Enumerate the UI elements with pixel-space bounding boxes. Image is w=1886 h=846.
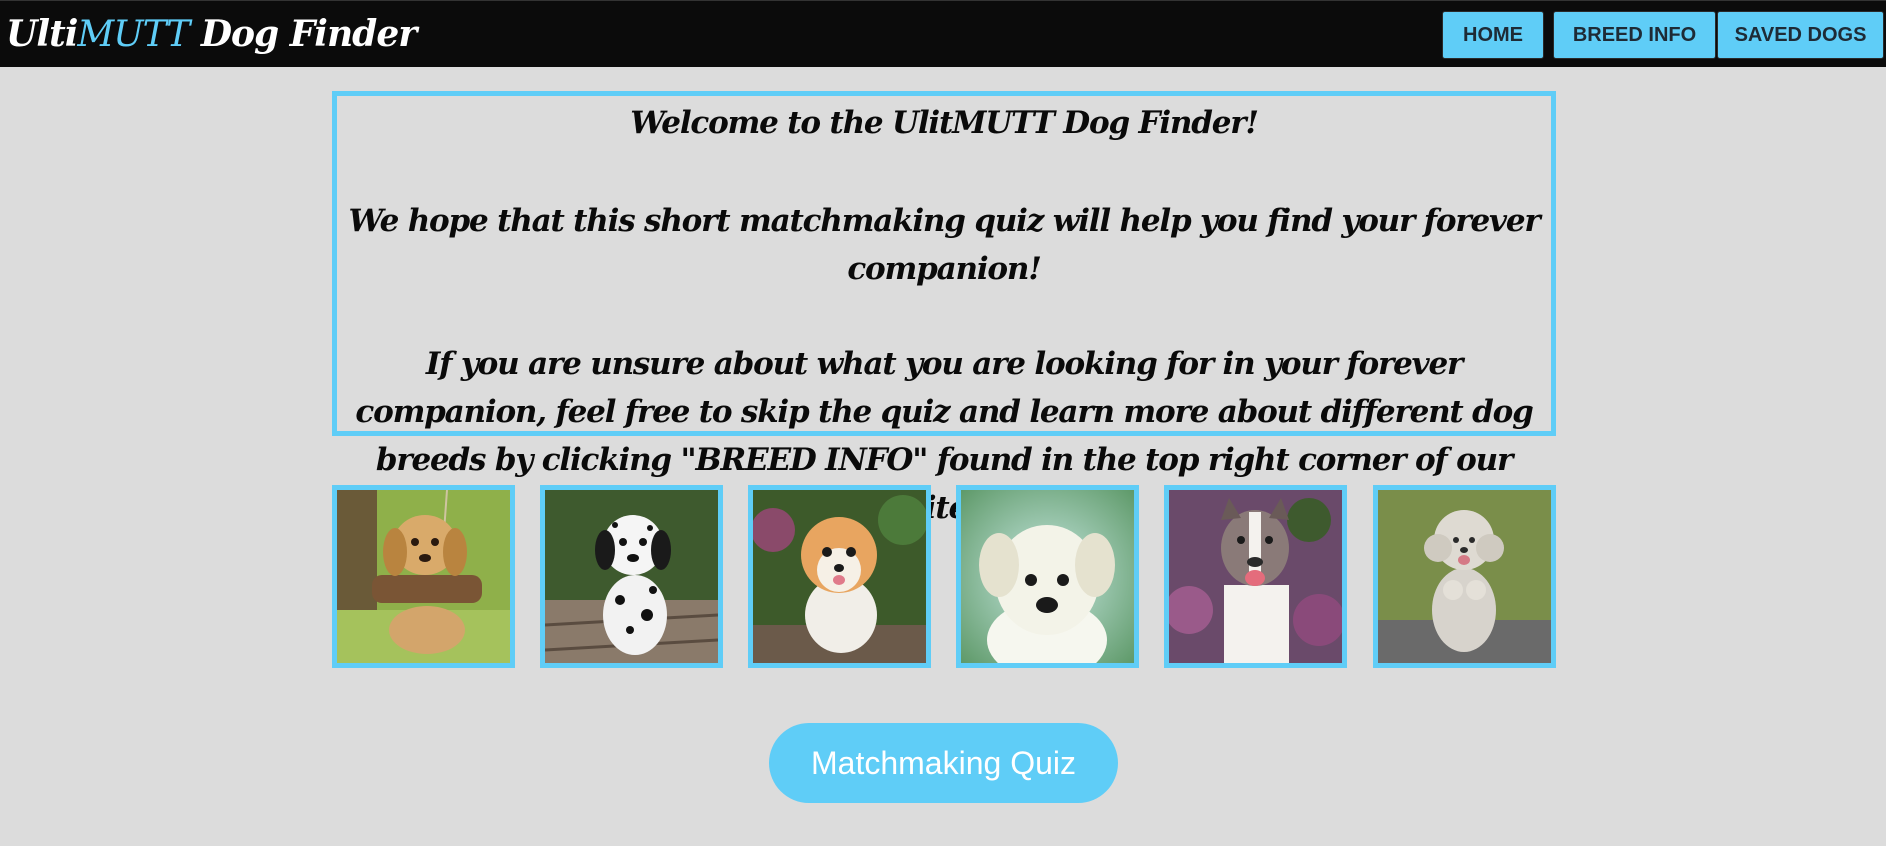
dalmatian-image — [545, 490, 718, 663]
dog-photo-dalmatian — [540, 485, 723, 668]
brand-suffix: Dog Finder — [189, 13, 417, 55]
top-navbar: UltiMUTT Dog Finder HOME BREED INFO SAVE… — [0, 0, 1886, 67]
dog-photo-pitbull — [1164, 485, 1347, 668]
quiz-description: We hope that this short matchmaking quiz… — [348, 203, 1541, 287]
breed-info-button[interactable]: BREED INFO — [1553, 11, 1716, 59]
dog-photo-white-puppy — [956, 485, 1139, 668]
brand-accent: MUTT — [77, 14, 190, 55]
matchmaking-quiz-button[interactable]: Matchmaking Quiz — [769, 723, 1118, 803]
white-puppy-image — [961, 490, 1134, 663]
poodle-image — [1378, 490, 1551, 663]
dog-photo-golden-puppy — [332, 485, 515, 668]
welcome-heading: Welcome to the UlitMUTT Dog Finder! — [630, 105, 1259, 141]
golden-puppy-image — [337, 490, 510, 663]
pitbull-image — [1169, 490, 1342, 663]
home-button[interactable]: HOME — [1442, 11, 1544, 59]
dog-photo-poodle — [1373, 485, 1556, 668]
saved-dogs-button[interactable]: SAVED DOGS — [1717, 11, 1884, 59]
brand-logo[interactable]: UltiMUTT Dog Finder — [6, 13, 417, 55]
breed-info-hint: If you are unsure about what you are loo… — [355, 346, 1533, 526]
dog-photo-pomeranian — [748, 485, 931, 668]
brand-prefix: Ulti — [6, 13, 78, 55]
pomeranian-image — [753, 490, 926, 663]
welcome-box: Welcome to the UlitMUTT Dog Finder! We h… — [332, 91, 1556, 526]
